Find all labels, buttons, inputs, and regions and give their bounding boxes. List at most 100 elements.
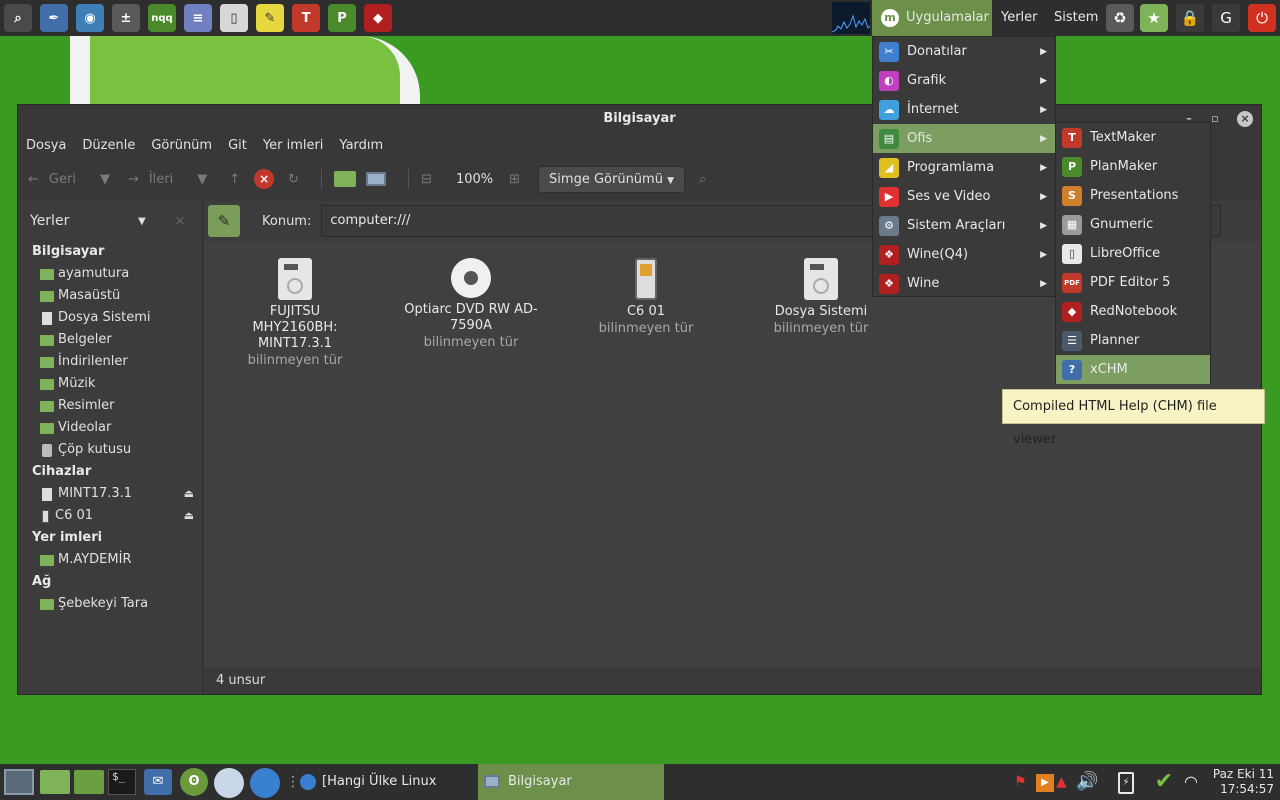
forward-history-dropdown[interactable]: ▼ [197, 172, 207, 187]
menu-item[interactable]: PDF PDF Editor 5 [1056, 268, 1210, 297]
system-menu-button[interactable]: Sistem [1046, 0, 1106, 36]
menu-item[interactable]: ▯ LibreOffice [1056, 239, 1210, 268]
menu-item-label: Gnumeric [1090, 217, 1154, 232]
menu-4[interactable]: Yer imleri [263, 138, 324, 153]
close-icon[interactable]: × [1237, 111, 1253, 127]
notes-icon[interactable]: ≡ [184, 4, 212, 32]
terminal-icon[interactable]: $_ [108, 769, 136, 795]
sidebar-item[interactable]: Videolar [18, 417, 202, 439]
sidebar-item[interactable]: C6 01 ⏏ [18, 505, 202, 527]
applications-menu-button[interactable]: m Uygulamalar [872, 0, 992, 36]
document-icon[interactable]: ▯ [220, 4, 248, 32]
rednotebook-icon[interactable]: ◆ [364, 4, 392, 32]
files-launcher-icon[interactable] [40, 770, 70, 794]
menu-item[interactable]: ▶ Ses ve Video ▶ [873, 182, 1055, 211]
menu-0[interactable]: Dosya [26, 138, 66, 153]
sidebar-item[interactable]: M.AYDEMİR [18, 549, 202, 571]
stop-icon[interactable]: × [254, 169, 275, 189]
taskbar-browser-window[interactable]: [Hangi Ülke Linux Dağı... [296, 764, 476, 800]
sidebar-item[interactable]: Dosya Sistemi [18, 307, 202, 329]
places-menu-button[interactable]: Yerler [993, 0, 1046, 36]
home-folder-icon[interactable] [334, 171, 357, 187]
zoom-in-icon[interactable]: ⊞ [509, 172, 520, 187]
forward-button[interactable]: → İleri [128, 172, 173, 187]
file-item[interactable]: FUJITSU MHY2160BH: MINT17.3.1 bilinmeyen … [220, 258, 370, 370]
bluetooth-icon[interactable]: ⚑ [1014, 774, 1032, 792]
menu-5[interactable]: Yardım [339, 138, 383, 153]
folder-icon [40, 334, 54, 346]
update-notify-icon[interactable]: ▲ [1056, 774, 1074, 792]
system-monitor-graph[interactable] [832, 2, 870, 34]
sidebar-item[interactable]: Çöp kutusu [18, 439, 202, 461]
folder-star-icon[interactable]: ★ [1140, 4, 1168, 32]
menu-3[interactable]: Git [228, 138, 247, 153]
chevron-down-icon[interactable]: ▼ [138, 216, 146, 227]
mail-icon[interactable]: ✉ [144, 769, 172, 795]
eject-icon[interactable]: ⏏ [184, 483, 194, 505]
sidebar-item[interactable]: MINT17.3.1 ⏏ [18, 483, 202, 505]
taskbar-file-manager-window[interactable]: Bilgisayar [478, 764, 664, 800]
trash-icon[interactable]: ♻ [1106, 4, 1134, 32]
search-icon[interactable]: ⌕ [4, 4, 32, 32]
file-item[interactable]: C6 01 bilinmeyen tür [571, 258, 721, 338]
file-item[interactable]: Optiarc DVD RW AD-7590A bilinmeyen tür [396, 258, 546, 352]
menu-item[interactable]: ❖ Wine(Q4) ▶ [873, 240, 1055, 269]
menu-item[interactable]: ◆ RedNotebook [1056, 297, 1210, 326]
sidebar-item[interactable]: Resimler [18, 395, 202, 417]
wifi-icon[interactable]: ◠ [1184, 772, 1208, 794]
nqq-icon[interactable]: nqq [148, 4, 176, 32]
menu-item[interactable]: ▤ Ofis ▶ [873, 124, 1055, 153]
edit-location-button[interactable]: ✎ [208, 205, 240, 237]
moon-icon[interactable] [214, 768, 244, 798]
computer-icon[interactable] [366, 172, 387, 186]
zoom-out-icon[interactable]: ⊟ [421, 172, 432, 187]
volume-icon[interactable]: 🔊 [1076, 772, 1106, 792]
logout-icon[interactable]: G [1212, 4, 1240, 32]
search-icon[interactable]: ⌕ [699, 172, 706, 187]
planmaker-icon[interactable]: P [328, 4, 356, 32]
menu-item[interactable]: S Presentations [1056, 181, 1210, 210]
back-button[interactable]: ← Geri [28, 172, 76, 187]
sticky-note-icon[interactable]: ✎ [256, 4, 284, 32]
menu-item[interactable]: ◢ Programlama ▶ [873, 153, 1055, 182]
battery-icon[interactable]: ⚡ [1118, 772, 1134, 794]
lock-icon[interactable]: 🔒 [1176, 4, 1204, 32]
reload-icon[interactable]: ↻ [288, 172, 299, 187]
sidebar-item[interactable]: ayamutura [18, 263, 202, 285]
sidebar-item[interactable]: Masaüstü [18, 285, 202, 307]
clock[interactable]: Paz Eki 11 17:54:57 [1213, 767, 1274, 797]
sidebar-item[interactable]: Şebekeyi Tara [18, 593, 202, 615]
close-sidebar-icon[interactable]: × [174, 213, 186, 229]
media-player-icon[interactable]: ▶ [1036, 774, 1054, 792]
menu-item[interactable]: ☰ Planner [1056, 326, 1210, 355]
menu-2[interactable]: Görünüm [151, 138, 212, 153]
menu-item[interactable]: T TextMaker [1056, 123, 1210, 152]
textmaker-icon[interactable]: T [292, 4, 320, 32]
sidebar-header[interactable]: Yerler ▼ × [18, 201, 202, 241]
eject-icon[interactable]: ⏏ [184, 505, 194, 527]
menu-1[interactable]: Düzenle [82, 138, 135, 153]
menu-item[interactable]: ✂ Donatılar ▶ [873, 37, 1055, 66]
pen-tool-icon[interactable]: ✒ [40, 4, 68, 32]
menu-item[interactable]: ? xCHM [1056, 355, 1210, 384]
sidebar-item[interactable]: İndirilenler [18, 351, 202, 373]
mint-update-icon[interactable]: ʘ [180, 768, 208, 796]
show-desktop-icon[interactable] [4, 769, 34, 795]
menu-item[interactable]: ▦ Gnumeric [1056, 210, 1210, 239]
menu-item[interactable]: ☁ İnternet ▶ [873, 95, 1055, 124]
sidebar-item[interactable]: Belgeler [18, 329, 202, 351]
camera-icon[interactable]: ◉ [76, 4, 104, 32]
back-history-dropdown[interactable]: ▼ [100, 172, 110, 187]
calculator-icon[interactable]: ± [112, 4, 140, 32]
menu-item[interactable]: ⚙ Sistem Araçları ▶ [873, 211, 1055, 240]
menu-item[interactable]: ❖ Wine ▶ [873, 269, 1055, 298]
menu-item[interactable]: P PlanMaker [1056, 152, 1210, 181]
power-icon[interactable]: ⏻ [1248, 4, 1276, 32]
folder-launcher-icon[interactable] [74, 770, 104, 794]
up-arrow-icon[interactable]: ↑ [229, 172, 240, 187]
menu-item[interactable]: ◐ Grafik ▶ [873, 66, 1055, 95]
view-mode-select[interactable]: Simge Görünümü ▼ [538, 165, 686, 193]
globe-icon[interactable] [250, 768, 280, 798]
sidebar-item[interactable]: Müzik [18, 373, 202, 395]
shield-check-icon[interactable]: ✔ [1150, 768, 1178, 796]
